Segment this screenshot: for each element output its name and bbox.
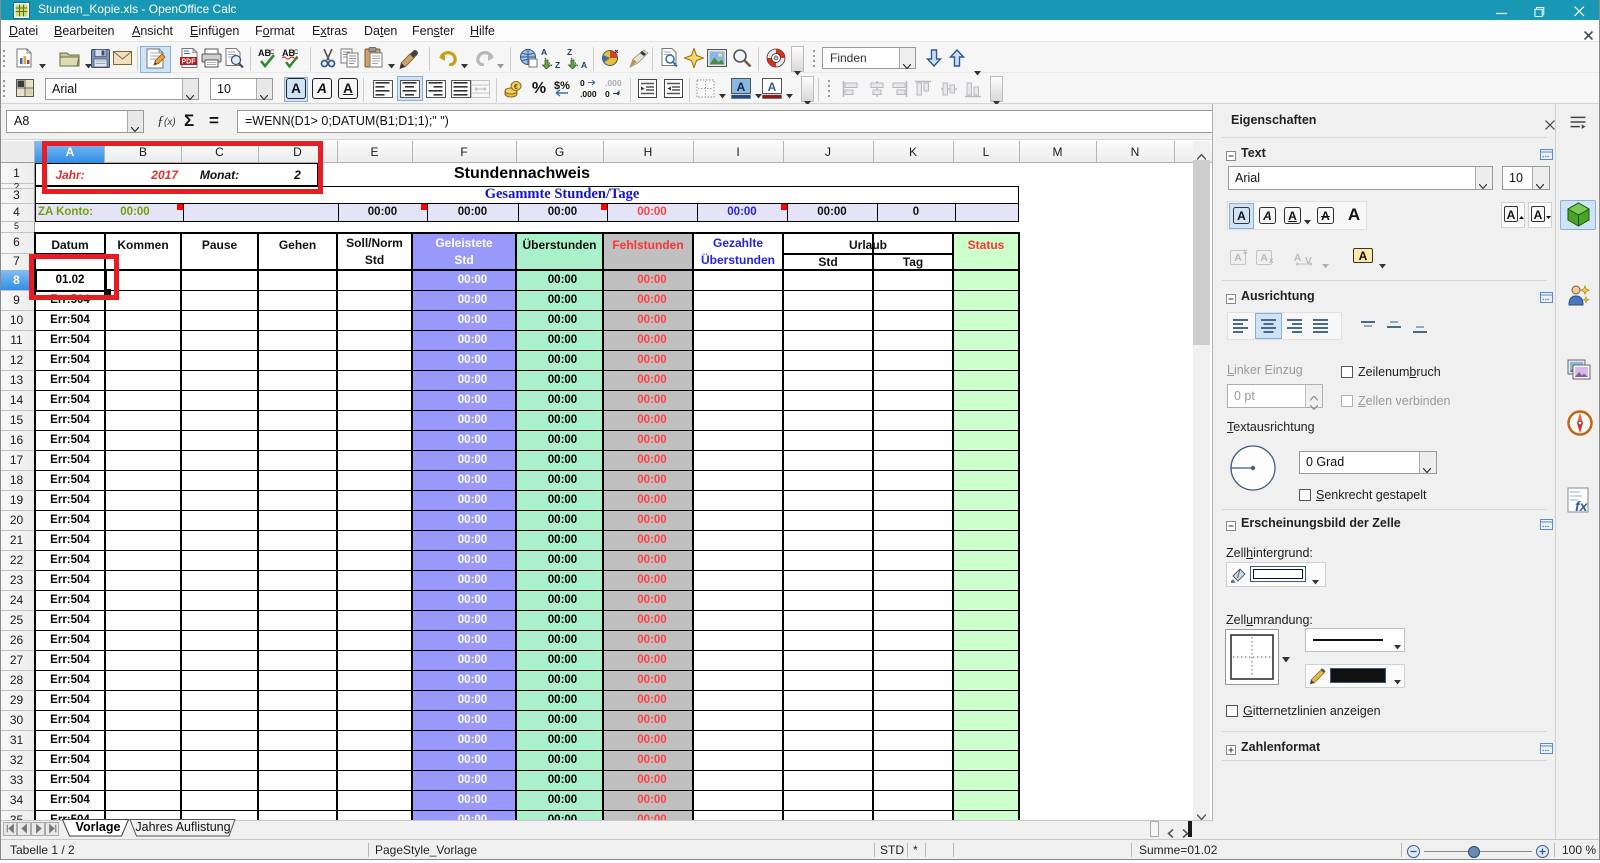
svg-text:A: A bbox=[737, 80, 746, 94]
svg-text:PDF: PDF bbox=[182, 59, 197, 66]
svg-text:fx: fx bbox=[1575, 498, 1589, 513]
svg-text:A: A bbox=[581, 60, 587, 69]
svg-text:A: A bbox=[768, 80, 777, 94]
svg-text:Z: Z bbox=[555, 60, 560, 69]
svg-text:$%: $% bbox=[554, 80, 570, 92]
svg-text:.000: .000 bbox=[580, 89, 597, 99]
svg-text:C: C bbox=[294, 50, 299, 56]
svg-text:0: 0 bbox=[580, 78, 585, 88]
svg-text:.000: .000 bbox=[605, 78, 622, 88]
svg-text:€: € bbox=[514, 84, 518, 91]
svg-text:A: A bbox=[541, 47, 547, 57]
svg-text:0: 0 bbox=[605, 89, 610, 99]
svg-text:Z: Z bbox=[567, 47, 572, 57]
